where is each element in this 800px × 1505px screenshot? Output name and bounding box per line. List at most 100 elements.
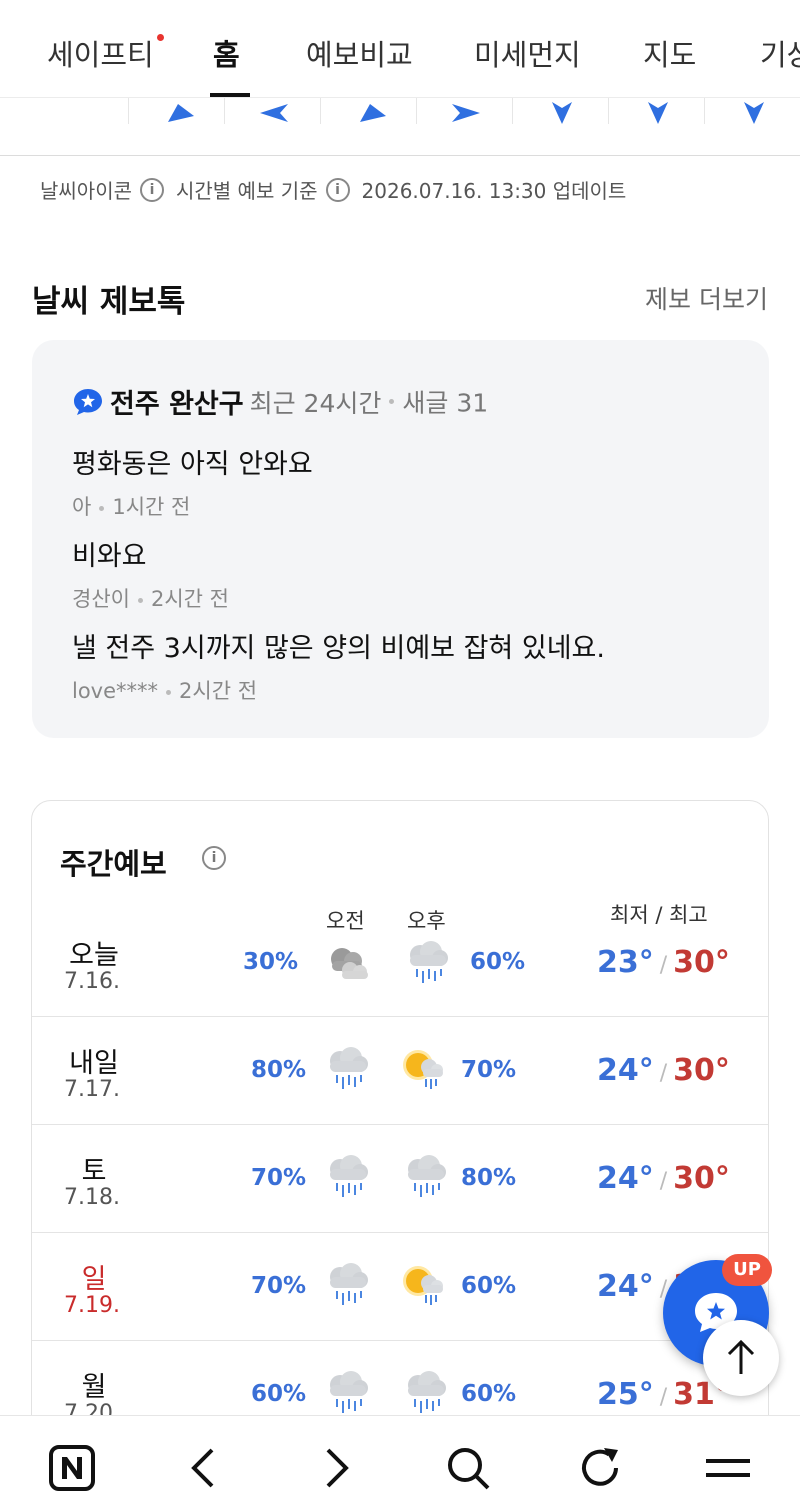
top-tab-bar: 세이프티 홈 예보비교 미세먼지 지도 기상 xyxy=(0,0,800,98)
rain-icon xyxy=(320,1151,372,1203)
tab-forecast-compare[interactable]: 예보비교 xyxy=(306,32,413,74)
tab-home[interactable]: 홈 xyxy=(213,32,240,74)
divider xyxy=(320,98,321,124)
info-icon[interactable]: i xyxy=(325,177,350,202)
rain-icon xyxy=(398,1151,450,1203)
forecast-info-row: 날씨아이콘 i 시간별 예보 기준 i 2026.07.16. 13:30 업데이트 xyxy=(40,175,626,204)
pm-precip: 60% xyxy=(470,949,526,975)
update-time: 2026.07.16. 13:30 업데이트 xyxy=(361,179,627,203)
tab-map[interactable]: 지도 xyxy=(643,32,696,74)
forecast-row[interactable]: 오늘 7.16. 30% 60% 23°/30° xyxy=(32,909,768,1017)
cloudy-icon xyxy=(320,937,372,989)
day-label: 내일 xyxy=(69,1048,119,1079)
post-author: 아 xyxy=(72,495,92,519)
report-post[interactable]: 평화동은 아직 안와요 아 1시간 전 xyxy=(72,442,313,521)
date-label: 7.18. xyxy=(64,1185,120,1210)
post-author: love**** xyxy=(72,679,159,703)
report-post[interactable]: 비와요 경산이 2시간 전 xyxy=(72,534,229,613)
wind-direction-strip xyxy=(0,98,800,156)
divider xyxy=(704,98,705,124)
temp-range: 24°/30° xyxy=(597,1053,730,1088)
tab-weather[interactable]: 기상 xyxy=(760,32,800,74)
wind-arrow-icon xyxy=(260,104,288,122)
pm-precip: 60% xyxy=(461,1273,517,1299)
up-badge: UP xyxy=(722,1254,772,1286)
temp-range: 24°/30° xyxy=(597,1161,730,1196)
forward-icon[interactable] xyxy=(312,1444,360,1492)
temp-separator: / xyxy=(659,1385,668,1410)
min-temp: 24° xyxy=(597,1161,654,1196)
weekly-title: 주간예보 xyxy=(60,847,167,881)
date-label: 7.17. xyxy=(64,1077,120,1102)
arrow-up-icon xyxy=(727,1339,755,1374)
browser-bottom-bar xyxy=(0,1415,800,1505)
am-precip: 70% xyxy=(251,1165,307,1191)
min-temp: 25° xyxy=(597,1377,654,1412)
day-label: 오늘 xyxy=(69,940,119,971)
report-header: 전주 완산구 최근 24시간 새글 31 xyxy=(72,382,488,421)
rain-icon xyxy=(320,1259,372,1311)
rain-icon xyxy=(398,1367,450,1419)
forecast-row[interactable]: 일7.19.70%60%24°/30° xyxy=(32,1233,768,1341)
report-more-link[interactable]: 제보 더보기 xyxy=(645,280,768,316)
temp-range: 23°/30° xyxy=(597,945,730,980)
wind-arrow-icon xyxy=(648,102,668,124)
tab-fine-dust[interactable]: 미세먼지 xyxy=(474,32,581,74)
temp-separator: / xyxy=(659,1061,668,1086)
max-temp: 30° xyxy=(673,1161,730,1196)
max-temp: 30° xyxy=(673,1053,730,1088)
min-temp: 24° xyxy=(597,1053,654,1088)
sun-rain-icon xyxy=(398,1259,450,1311)
report-card[interactable]: 전주 완산구 최근 24시간 새글 31 평화동은 아직 안와요 아 1시간 전 비와… xyxy=(32,340,769,738)
rain-icon xyxy=(320,1043,372,1095)
pm-precip: 80% xyxy=(461,1165,517,1191)
new-dot-icon xyxy=(156,34,164,41)
rain-icon xyxy=(400,937,452,989)
min-temp: 23° xyxy=(597,945,654,980)
active-tab-indicator xyxy=(210,93,250,97)
rain-icon xyxy=(320,1367,372,1419)
min-temp: 24° xyxy=(597,1269,654,1304)
divider xyxy=(224,98,225,124)
report-post[interactable]: 낼 전주 3시까지 많은 양의 비예보 잡혀 있네요. love**** 2시간 … xyxy=(72,626,605,705)
info-icon[interactable]: i xyxy=(140,177,164,202)
wind-arrow-icon xyxy=(552,102,572,124)
search-icon[interactable] xyxy=(444,1444,492,1492)
post-author: 경산이 xyxy=(72,587,130,611)
info-icon[interactable]: i xyxy=(202,846,226,870)
divider xyxy=(512,98,513,124)
date-label: 7.19. xyxy=(64,1293,120,1318)
divider xyxy=(128,98,129,124)
new-post-count: 새글 31 xyxy=(402,388,489,418)
post-text: 평화동은 아직 안와요 xyxy=(72,449,313,480)
temp-separator: / xyxy=(659,1169,668,1194)
wind-arrow-icon xyxy=(452,104,480,122)
am-precip: 80% xyxy=(251,1057,307,1083)
sun-rain-icon xyxy=(398,1043,450,1095)
wind-arrow-icon xyxy=(360,104,386,122)
report-period: 최근 24시간 xyxy=(249,388,382,418)
chat-star-icon xyxy=(74,388,102,415)
weekly-forecast-card: 주간예보 i 오전 오후 최저 / 최고 오늘 7.16. 30% 60% 23°/30… xyxy=(31,800,769,1500)
post-text: 비와요 xyxy=(72,541,147,572)
max-temp: 30° xyxy=(673,945,730,980)
pm-precip: 70% xyxy=(461,1057,517,1083)
wind-arrow-icon xyxy=(744,102,764,124)
menu-icon[interactable] xyxy=(704,1444,752,1492)
scroll-top-button[interactable] xyxy=(703,1320,779,1396)
report-location: 전주 완산구 xyxy=(110,389,244,420)
tab-safety[interactable]: 세이프티 xyxy=(47,32,164,74)
post-time: 2시간 전 xyxy=(150,587,229,611)
back-icon[interactable] xyxy=(180,1444,228,1492)
weather-icon-label: 날씨아이콘 xyxy=(40,179,132,203)
am-precip: 70% xyxy=(251,1273,307,1299)
forecast-row[interactable]: 토 7.18. 70% 80% 24°/30° xyxy=(32,1125,768,1233)
naver-home-icon[interactable] xyxy=(48,1444,96,1492)
refresh-icon[interactable] xyxy=(576,1444,624,1492)
wind-arrow-icon xyxy=(168,104,194,122)
forecast-row[interactable]: 내일 7.17. 80% 70% 24°/30° xyxy=(32,1017,768,1125)
post-time: 1시간 전 xyxy=(112,495,191,519)
post-time: 2시간 전 xyxy=(179,679,258,703)
divider xyxy=(416,98,417,124)
day-label: 월 xyxy=(81,1372,107,1403)
